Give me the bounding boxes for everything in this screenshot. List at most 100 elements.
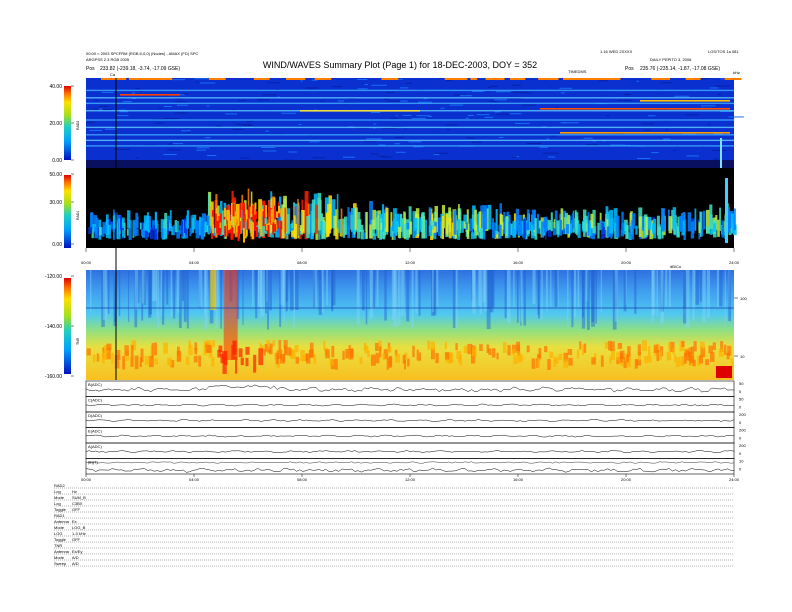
- rad2-speckle: [89, 129, 103, 131]
- footer-row-label: Mode: [54, 525, 65, 530]
- rad1-mark: [408, 221, 413, 235]
- tnr-streak: [376, 270, 379, 307]
- rad2-speckle: [200, 82, 216, 84]
- rad2-speckle: [400, 100, 408, 102]
- tnr-streak: [523, 270, 526, 326]
- rad1-mark: [294, 223, 298, 239]
- tnr-emission: [111, 352, 114, 364]
- tnr-ytick-label: -140.00: [45, 324, 62, 330]
- tnr-emission: [331, 345, 335, 358]
- rad1-core: [275, 211, 278, 218]
- tnr-streak: [393, 270, 398, 328]
- tnr-streak: [513, 270, 515, 309]
- tnr-streak: [134, 270, 139, 310]
- footer-row-value: 1-3 kHz: [72, 531, 86, 536]
- tnr-emission: [130, 344, 134, 358]
- tnr-emission: [558, 353, 563, 361]
- footer-row-value: LOG_B: [72, 525, 86, 530]
- rad2-speckle: [720, 78, 724, 80]
- rad1-mark: [457, 219, 461, 240]
- tnr-emission: [382, 353, 385, 360]
- rad2-speckle: [550, 135, 557, 137]
- rad2-top-band: [509, 78, 526, 80]
- rad1-mark: [668, 216, 673, 234]
- rad1-core: [267, 224, 270, 237]
- tnr-emission: [101, 354, 105, 364]
- tnr-streak: [699, 270, 702, 302]
- rad2-speckle: [467, 114, 474, 116]
- rad1-mark: [721, 220, 725, 238]
- tnr-emission: [375, 352, 380, 364]
- line-panel-right-tick: 0: [739, 389, 742, 394]
- rad1-xtick-label: 16:00: [513, 260, 524, 265]
- rad2-speckle: [174, 112, 188, 114]
- rad2-speckle: [539, 146, 548, 148]
- rad2-speckle: [240, 157, 250, 159]
- tnr-emission: [718, 348, 724, 357]
- rad1-mark: [126, 228, 129, 236]
- rad2-top-band: [724, 78, 742, 80]
- tnr-emission: [568, 357, 573, 366]
- rad2-speckle: [261, 146, 276, 148]
- tnr-streak: [152, 270, 155, 302]
- tnr-streak: [506, 270, 511, 324]
- rad2-speckle: [257, 99, 270, 101]
- rad2-speckle: [508, 113, 522, 115]
- rad1-mark: [470, 232, 475, 240]
- tnr-streak: [557, 270, 559, 309]
- rad1-mark: [318, 229, 321, 240]
- tnr-emission: [496, 352, 499, 360]
- line-panel-right-tick: 200: [739, 412, 746, 417]
- rad1-mark: [526, 209, 530, 231]
- rad1-mark: [479, 227, 483, 239]
- rad1-mark: [127, 210, 131, 229]
- rad2-speckle: [306, 87, 318, 89]
- rad2-speckle: [716, 85, 730, 87]
- tnr-emission: [653, 344, 659, 354]
- rad2-speckle: [398, 78, 403, 80]
- tnr-emission: [471, 346, 477, 357]
- rad2-speckle: [408, 141, 422, 143]
- tnr-emission: [154, 358, 158, 365]
- line-panel-label: C(ADC): [88, 398, 103, 403]
- rad1-mark: [88, 227, 93, 235]
- tnr-emission: [334, 358, 338, 370]
- tnr-streak: [186, 270, 189, 329]
- rad1-mark: [625, 225, 629, 239]
- top-right-label: kHz: [733, 70, 740, 75]
- line-xtick-label: 12:00: [405, 477, 416, 482]
- rad2-speckle: [167, 149, 182, 151]
- rad2-speckle: [267, 82, 280, 84]
- tnr-emission: [323, 340, 326, 350]
- tnr-emission: [642, 340, 647, 352]
- tnr-emission: [724, 344, 727, 355]
- tnr-emission: [668, 343, 671, 350]
- tnr-emission: [688, 347, 693, 357]
- tnr-streak: [571, 270, 574, 328]
- rad1-core: [280, 208, 283, 217]
- rad2-speckle: [717, 93, 722, 95]
- rad2-speckle: [309, 141, 320, 143]
- rad2-speckle: [172, 143, 184, 145]
- rad1-mark: [424, 219, 427, 239]
- tnr-emission: [591, 357, 596, 365]
- rad1-mark: [336, 194, 339, 229]
- footer-row-value: Hz: [72, 489, 77, 494]
- tnr-emission: [305, 353, 308, 362]
- rad1-mark: [347, 228, 350, 239]
- rad1-mark: [195, 220, 199, 233]
- footer-block-header: RAD1: [54, 513, 65, 518]
- rad1-mark: [413, 218, 418, 231]
- tnr-emission: [526, 345, 530, 353]
- tnr-streak: [183, 270, 187, 322]
- tnr-emission: [374, 342, 379, 352]
- rad1-core: [272, 222, 275, 235]
- tnr-emission: [345, 348, 350, 359]
- rad2-speckle: [617, 99, 633, 101]
- tnr-emission: [176, 346, 180, 355]
- rad1-xtick-label: 08:00: [297, 260, 308, 265]
- tnr-streak: [634, 270, 637, 314]
- tnr-streak: [668, 270, 671, 308]
- tnr-emission: [264, 344, 268, 352]
- tnr-emission: [92, 354, 96, 363]
